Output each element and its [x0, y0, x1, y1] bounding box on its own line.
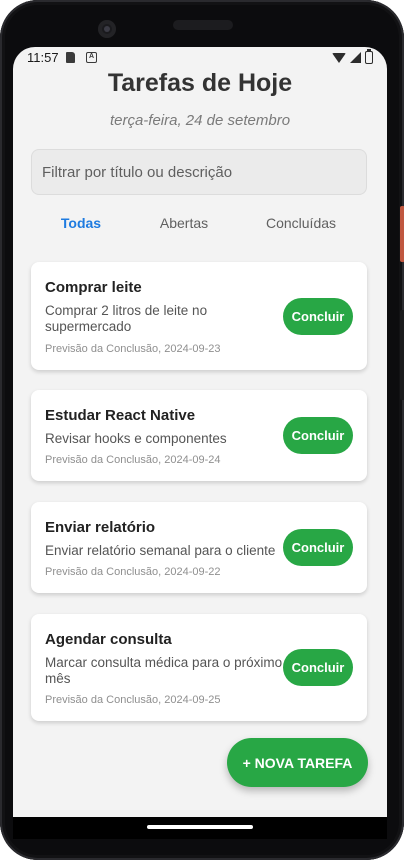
task-title: Estudar React Native: [45, 407, 196, 424]
task-description: Enviar relatório semanal para o cliente: [45, 543, 276, 558]
complete-task-button[interactable]: Concluir: [283, 417, 353, 454]
navigation-bar: [13, 817, 387, 839]
complete-task-button[interactable]: Concluir: [283, 529, 353, 566]
task-card: Estudar React Native Revisar hooks e com…: [31, 390, 367, 481]
task-card: Agendar consulta Marcar consulta médica …: [31, 614, 367, 721]
notification-a-icon: A: [86, 52, 97, 63]
tab-todas[interactable]: Todas: [49, 215, 113, 231]
task-description: Marcar consulta médica para o próximo mê…: [45, 655, 283, 686]
task-description: Comprar 2 litros de leite no supermercad…: [45, 303, 208, 334]
signal-icon: [350, 52, 361, 63]
home-gesture-handle[interactable]: [147, 825, 253, 829]
status-time: 11:57: [27, 50, 59, 65]
status-bar: 11:57 A: [13, 47, 387, 69]
page-date: terça-feira, 24 de setembro: [109, 112, 291, 129]
battery-icon: [365, 49, 373, 64]
app-screen: 11:57 A Tarefas de Hoje terça-feira, 24 …: [13, 47, 387, 817]
tab-concluidas[interactable]: Concluídas: [261, 215, 341, 231]
complete-task-button[interactable]: Concluir: [283, 649, 353, 686]
sd-card-icon: [66, 52, 75, 63]
task-title: Comprar leite: [45, 279, 142, 296]
tab-abertas[interactable]: Abertas: [149, 215, 219, 231]
task-card: Comprar leite Comprar 2 litros de leite …: [31, 262, 367, 370]
task-due-date: Previsão da Conclusão, 2024-09-23: [45, 343, 221, 355]
volume-button[interactable]: [400, 310, 404, 400]
task-title: Enviar relatório: [45, 519, 156, 536]
power-button[interactable]: [400, 206, 404, 262]
search-input[interactable]: [31, 149, 367, 195]
status-icons: [332, 49, 373, 64]
filter-tabs: Todas Abertas Concluídas: [13, 215, 387, 237]
phone-frame: 11:57 A Tarefas de Hoje terça-feira, 24 …: [0, 0, 404, 860]
wifi-icon: [332, 52, 346, 63]
task-title: Agendar consulta: [45, 631, 172, 648]
page-title: Tarefas de Hoje: [107, 69, 293, 97]
new-task-button[interactable]: + NOVA TAREFA: [227, 738, 368, 787]
complete-task-button[interactable]: Concluir: [283, 298, 353, 335]
earpiece-speaker: [173, 20, 233, 30]
task-due-date: Previsão da Conclusão, 2024-09-24: [45, 454, 221, 466]
task-due-date: Previsão da Conclusão, 2024-09-25: [45, 694, 221, 706]
task-card: Enviar relatório Enviar relatório semana…: [31, 502, 367, 593]
task-due-date: Previsão da Conclusão, 2024-09-22: [45, 566, 221, 578]
task-description: Revisar hooks e componentes: [45, 431, 227, 446]
front-camera: [98, 20, 116, 38]
